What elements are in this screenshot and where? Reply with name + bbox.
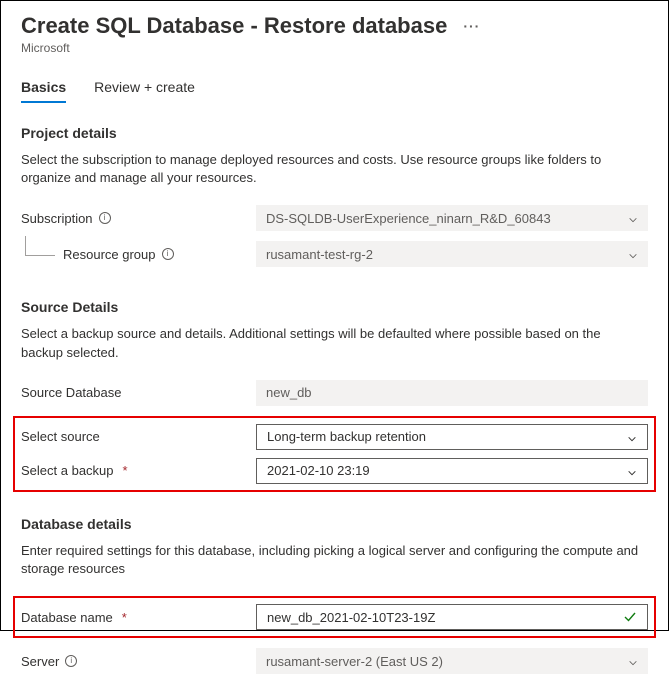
label-source-database-text: Source Database — [21, 385, 121, 400]
dropdown-server[interactable]: rusamant-server-2 (East US 2) — [256, 648, 648, 674]
required-indicator: * — [122, 610, 127, 625]
info-icon[interactable]: i — [162, 248, 174, 260]
check-icon — [623, 610, 637, 624]
info-icon[interactable]: i — [65, 655, 77, 667]
row-server: Server i rusamant-server-2 (East US 2) — [21, 648, 648, 674]
dropdown-server-value: rusamant-server-2 (East US 2) — [266, 654, 443, 669]
brand-label: Microsoft — [21, 41, 648, 55]
row-database-name: Database name * new_db_2021-02-10T23-19Z — [21, 604, 648, 630]
chevron-down-icon — [628, 656, 638, 666]
tab-basics[interactable]: Basics — [21, 79, 66, 103]
section-title-project: Project details — [21, 125, 648, 141]
tabs: Basics Review + create — [21, 79, 648, 103]
dropdown-resource-group[interactable]: rusamant-test-rg-2 — [256, 241, 648, 267]
tree-indent — [25, 236, 55, 256]
chevron-down-icon — [628, 249, 638, 259]
page-title: Create SQL Database - Restore database ·… — [21, 13, 648, 39]
label-select-source-text: Select source — [21, 429, 100, 444]
label-select-backup-text: Select a backup — [21, 463, 114, 478]
required-indicator: * — [123, 463, 128, 478]
section-desc-source: Select a backup source and details. Addi… — [21, 325, 641, 361]
page-title-text: Create SQL Database - Restore database — [21, 13, 447, 39]
more-icon[interactable]: ··· — [463, 18, 480, 34]
tab-review-create[interactable]: Review + create — [94, 79, 195, 103]
label-database-name-text: Database name — [21, 610, 113, 625]
label-select-source: Select source — [21, 429, 256, 444]
label-select-backup: Select a backup * — [21, 463, 256, 478]
label-server-text: Server — [21, 654, 59, 669]
row-resource-group: Resource group i rusamant-test-rg-2 — [21, 241, 648, 267]
label-server: Server i — [21, 654, 256, 669]
label-resource-group: Resource group i — [63, 247, 256, 262]
section-title-source: Source Details — [21, 299, 648, 315]
dropdown-subscription[interactable]: DS-SQLDB-UserExperience_ninarn_R&D_60843 — [256, 205, 648, 231]
section-desc-project: Select the subscription to manage deploy… — [21, 151, 641, 187]
input-database-name-value: new_db_2021-02-10T23-19Z — [267, 610, 435, 625]
field-source-database: new_db — [256, 380, 648, 406]
label-source-database: Source Database — [21, 385, 256, 400]
info-icon[interactable]: i — [99, 212, 111, 224]
label-database-name: Database name * — [21, 610, 256, 625]
field-source-database-value: new_db — [266, 385, 312, 400]
label-subscription: Subscription i — [21, 211, 256, 226]
dropdown-select-backup-value: 2021-02-10 23:19 — [267, 463, 370, 478]
label-resource-group-text: Resource group — [63, 247, 156, 262]
chevron-down-icon — [627, 432, 637, 442]
row-select-backup: Select a backup * 2021-02-10 23:19 — [21, 458, 648, 484]
label-subscription-text: Subscription — [21, 211, 93, 226]
dropdown-select-source[interactable]: Long-term backup retention — [256, 424, 648, 450]
section-desc-database: Enter required settings for this databas… — [21, 542, 641, 578]
row-select-source: Select source Long-term backup retention — [21, 424, 648, 450]
dropdown-resource-group-value: rusamant-test-rg-2 — [266, 247, 373, 262]
input-database-name[interactable]: new_db_2021-02-10T23-19Z — [256, 604, 648, 630]
chevron-down-icon — [628, 213, 638, 223]
dropdown-select-source-value: Long-term backup retention — [267, 429, 426, 444]
highlight-source-selection: Select source Long-term backup retention… — [13, 416, 656, 492]
chevron-down-icon — [627, 466, 637, 476]
section-title-database: Database details — [21, 516, 648, 532]
row-source-database: Source Database new_db — [21, 380, 648, 406]
dropdown-select-backup[interactable]: 2021-02-10 23:19 — [256, 458, 648, 484]
highlight-database-name: Database name * new_db_2021-02-10T23-19Z — [13, 596, 656, 638]
dropdown-subscription-value: DS-SQLDB-UserExperience_ninarn_R&D_60843 — [266, 211, 551, 226]
row-subscription: Subscription i DS-SQLDB-UserExperience_n… — [21, 205, 648, 231]
